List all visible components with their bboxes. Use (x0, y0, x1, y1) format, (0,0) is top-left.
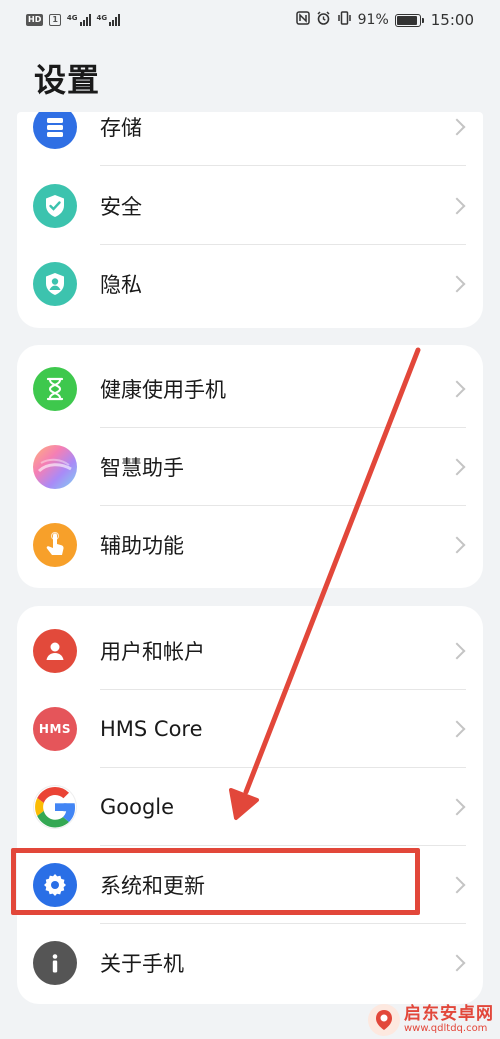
settings-group-2: 健康使用手机 智慧助手 辅助功能 (17, 345, 483, 588)
settings-item-users-accounts[interactable]: 用户和帐户 (17, 612, 483, 690)
hms-icon: HMS (33, 707, 77, 751)
shield-check-icon (33, 184, 77, 228)
settings-item-about-phone[interactable]: 关于手机 (17, 924, 483, 1002)
user-icon (33, 629, 77, 673)
chevron-right-icon (448, 380, 466, 398)
settings-item-hms-core[interactable]: HMS HMS Core (17, 690, 483, 768)
settings-item-label: 健康使用手机 (100, 378, 226, 402)
settings-item-label: 安全 (100, 195, 142, 219)
battery-percent: 91% (357, 12, 389, 28)
settings-item-label: 辅助功能 (100, 534, 184, 558)
nfc-icon (295, 11, 310, 29)
settings-item-label: 隐私 (100, 273, 142, 297)
battery-icon (394, 13, 424, 27)
vibrate-icon (337, 11, 352, 29)
settings-item-storage[interactable]: 存储 (17, 112, 483, 166)
watermark: 启东安卓网 www.qdltdq.com (368, 1004, 494, 1036)
annotation-highlight-box (11, 848, 420, 915)
divider (100, 165, 466, 166)
clock: 15:00 (430, 11, 474, 29)
chevron-right-icon (448, 458, 466, 476)
settings-group-1: 存储 安全 隐私 (17, 112, 483, 328)
assistant-orb-icon (33, 445, 77, 489)
network-type-2: 4G (96, 14, 108, 22)
info-icon (33, 941, 77, 985)
settings-item-security[interactable]: 安全 (17, 167, 483, 245)
settings-item-smart-assistant[interactable]: 智慧助手 (17, 428, 483, 506)
settings-item-label: 用户和帐户 (100, 640, 205, 664)
privacy-shield-icon (33, 262, 77, 306)
chevron-right-icon (448, 876, 466, 894)
hand-pointer-icon (33, 523, 77, 567)
chevron-right-icon (448, 197, 466, 215)
settings-item-accessibility[interactable]: 辅助功能 (17, 506, 483, 584)
settings-item-label: 智慧助手 (100, 456, 184, 480)
settings-group-3: 用户和帐户 HMS HMS Core Google 系统和更新 关于手机 (17, 606, 483, 1004)
watermark-url: www.qdltdq.com (404, 1022, 488, 1034)
hourglass-icon (33, 367, 77, 411)
chevron-right-icon (448, 536, 466, 554)
watermark-logo-icon (368, 1004, 400, 1036)
settings-item-label: 关于手机 (100, 952, 184, 976)
chevron-right-icon (448, 720, 466, 738)
chevron-right-icon (448, 118, 466, 136)
watermark-title: 启东安卓网 (404, 1003, 494, 1024)
settings-item-label: 存储 (100, 116, 142, 140)
sim-badge: 1 (49, 14, 61, 26)
signal-2-icon: 4G (97, 14, 121, 26)
status-bar: HD 1 4G 4G 91% 15:00 (0, 0, 500, 40)
settings-item-label: HMS Core (100, 717, 203, 741)
page-title: 设置 (34, 61, 101, 99)
storage-icon (33, 112, 77, 149)
signal-1-icon: 4G (67, 14, 91, 26)
status-left: HD 1 4G 4G (26, 14, 121, 26)
hms-icon-text: HMS (38, 722, 72, 736)
hd-badge: HD (26, 14, 44, 26)
settings-item-google[interactable]: Google (17, 768, 483, 846)
chevron-right-icon (448, 275, 466, 293)
google-icon (33, 785, 77, 829)
watermark-text: 启东安卓网 www.qdltdq.com (404, 1003, 494, 1034)
settings-item-label: Google (100, 795, 175, 819)
chevron-right-icon (448, 798, 466, 816)
settings-item-digital-balance[interactable]: 健康使用手机 (17, 350, 483, 428)
settings-item-privacy[interactable]: 隐私 (17, 245, 483, 323)
status-right: 91% 15:00 (295, 10, 474, 30)
alarm-icon (316, 10, 331, 30)
battery-fill (396, 15, 417, 25)
network-type-1: 4G (66, 14, 78, 22)
chevron-right-icon (448, 954, 466, 972)
chevron-right-icon (448, 642, 466, 660)
